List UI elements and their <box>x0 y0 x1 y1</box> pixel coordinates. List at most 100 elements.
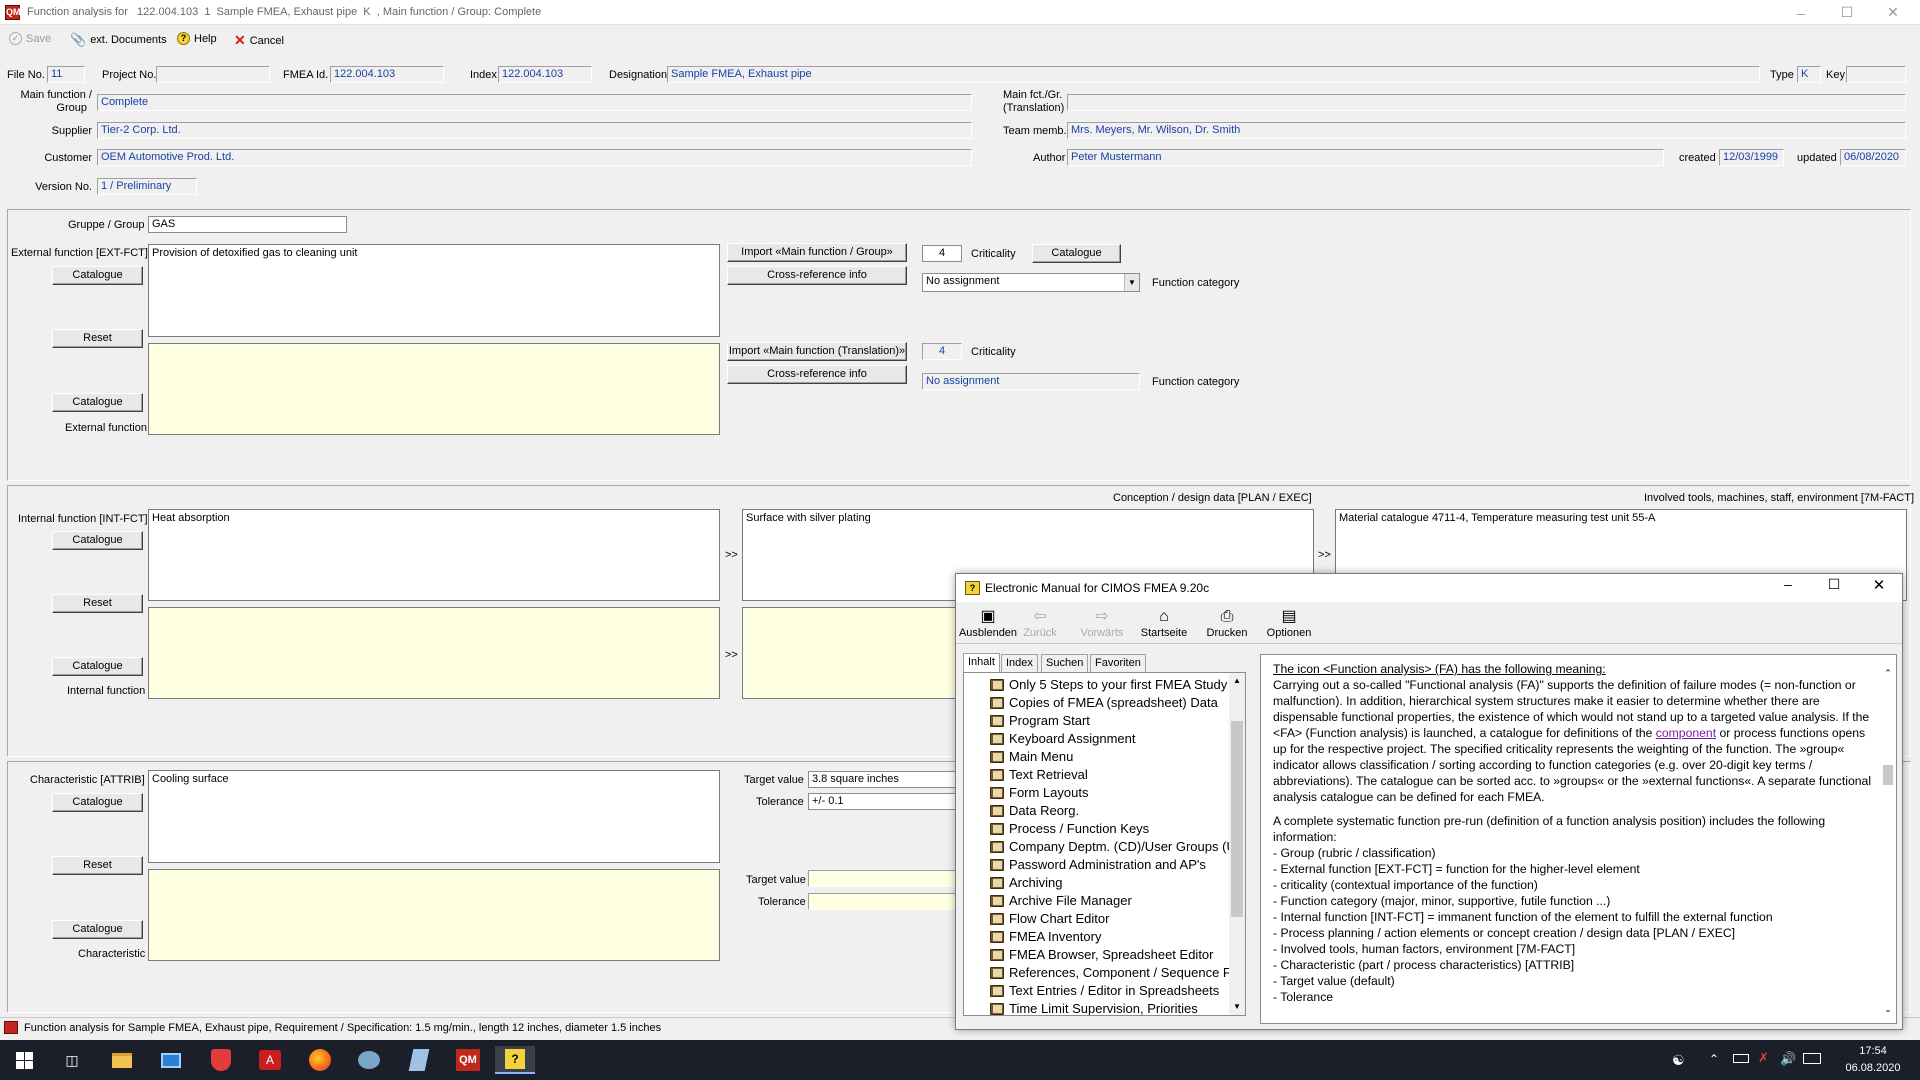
tab-index[interactable]: Index <box>1001 654 1038 672</box>
fmea-id-field[interactable]: 122.004.103 <box>330 66 444 83</box>
back-button[interactable]: ⇦ Zurück <box>1010 607 1070 639</box>
file-explorer-icon[interactable] <box>102 1046 142 1074</box>
version-field[interactable]: 1 / Preliminary <box>97 178 197 195</box>
home-button[interactable]: ⌂ Startseite <box>1134 607 1194 639</box>
pdf-reader-icon[interactable]: A <box>250 1046 290 1074</box>
project-no-field[interactable] <box>156 66 270 83</box>
tree-item[interactable]: Keyboard Assignment <box>990 731 1135 746</box>
help-minimize-icon[interactable]: – <box>1768 576 1808 592</box>
tree-item[interactable]: Text Entries / Editor in Spreadsheets <box>990 983 1219 998</box>
tree-item[interactable]: Only 5 Steps to your first FMEA Study <box>990 677 1227 692</box>
int-reset-button[interactable]: Reset <box>52 594 143 613</box>
cimos-qm-icon[interactable]: QM <box>448 1046 488 1074</box>
dropdown-arrow-icon[interactable]: ▼ <box>1124 274 1139 291</box>
tree-item[interactable]: Data Reorg. <box>990 803 1079 818</box>
ext-reset-button[interactable]: Reset <box>52 329 143 348</box>
contents-tree[interactable]: Only 5 Steps to your first FMEA Study Cop… <box>963 672 1246 1016</box>
team-field[interactable]: Mrs. Meyers, Mr. Wilson, Dr. Smith <box>1067 122 1906 139</box>
tree-item[interactable]: Form Layouts <box>990 785 1088 800</box>
minimize-icon[interactable]: – <box>1778 0 1824 25</box>
keyboard-icon[interactable] <box>1803 1053 1821 1064</box>
tree-item[interactable]: Process / Function Keys <box>990 821 1149 836</box>
tree-item[interactable]: Main Menu <box>990 749 1073 764</box>
volume-icon[interactable]: 🔊 <box>1780 1051 1796 1067</box>
criticality-catalogue-button[interactable]: Catalogue <box>1032 244 1121 263</box>
cancel-button[interactable]: ✕ Cancel <box>234 32 284 49</box>
clock-time[interactable]: 17:54 <box>1843 1045 1903 1057</box>
ext-catalogue-button[interactable]: Catalogue <box>52 266 143 285</box>
key-field[interactable] <box>1846 66 1906 83</box>
tolerance-field[interactable]: +/- 0.1 <box>808 793 958 810</box>
created-field[interactable]: 12/03/1999 <box>1719 149 1784 166</box>
task-view-icon[interactable]: ◫ <box>52 1046 92 1074</box>
attr-catalogue2-button[interactable]: Catalogue <box>52 920 143 939</box>
save-button[interactable]: ✓ Save <box>9 32 51 45</box>
tree-item[interactable]: Archiving <box>990 875 1062 890</box>
tab-contents[interactable]: Inhalt <box>963 653 1000 673</box>
paint-app-icon[interactable] <box>349 1046 389 1074</box>
ext-fct-translation-textarea[interactable] <box>148 343 720 435</box>
tree-item[interactable]: Archive File Manager <box>990 893 1132 908</box>
group-field[interactable]: GAS <box>148 216 347 233</box>
tree-item[interactable]: Text Retrieval <box>990 767 1088 782</box>
tree-item[interactable]: Program Start <box>990 713 1090 728</box>
doc-scroll-thumb[interactable] <box>1883 765 1893 785</box>
tree-item[interactable]: Company Deptm. (CD)/User Groups (UG) <box>990 839 1245 854</box>
help-app-icon[interactable]: ? <box>495 1046 535 1074</box>
index-field[interactable]: 122.004.103 <box>498 66 592 83</box>
type-field[interactable]: K <box>1797 66 1821 83</box>
doc-scrollbar[interactable]: ⌃ ⌄ <box>1880 655 1896 1023</box>
attr-reset-button[interactable]: Reset <box>52 856 143 875</box>
ext-catalogue2-button[interactable]: Catalogue <box>52 393 143 412</box>
firefox-icon[interactable] <box>300 1046 340 1074</box>
target-value2-field[interactable] <box>808 870 958 887</box>
scroll-thumb[interactable] <box>1231 721 1243 917</box>
doc-scroll-up-icon[interactable]: ⌃ <box>1880 665 1896 681</box>
tolerance2-field[interactable] <box>808 893 958 910</box>
windows-start-icon[interactable] <box>4 1046 44 1074</box>
maximize-icon[interactable]: ☐ <box>1824 0 1870 25</box>
designation-field[interactable]: Sample FMEA, Exhaust pipe <box>667 66 1760 83</box>
close-icon[interactable]: ✕ <box>1870 0 1916 25</box>
tray-chevron-icon[interactable]: ⌃ <box>1709 1052 1719 1066</box>
int-catalogue2-button[interactable]: Catalogue <box>52 657 143 676</box>
cross-reference-button[interactable]: Cross-reference info <box>727 266 907 285</box>
scroll-down-icon[interactable]: ▼ <box>1229 999 1245 1015</box>
target-value-field[interactable]: 3.8 square inches <box>808 771 958 788</box>
help-button[interactable]: ? Help <box>177 32 217 45</box>
tree-item[interactable]: Copies of FMEA (spreadsheet) Data <box>990 695 1218 710</box>
print-button[interactable]: ⎙ Drucken <box>1197 607 1257 639</box>
notes-app-icon[interactable] <box>399 1046 439 1074</box>
import-main-function-translation-button[interactable]: Import «Main function (Translation)» <box>727 342 907 361</box>
component-link[interactable]: component <box>1656 726 1716 740</box>
scroll-up-icon[interactable]: ▲ <box>1229 673 1245 689</box>
main-fct-translation-field[interactable] <box>1067 94 1906 111</box>
tree-item[interactable]: FMEA Browser, Spreadsheet Editor <box>990 947 1213 962</box>
cross-reference2-button[interactable]: Cross-reference info <box>727 365 907 384</box>
network-icon[interactable]: ✗ <box>1758 1050 1769 1066</box>
people-icon[interactable]: ☯ <box>1672 1052 1685 1069</box>
ext-documents-button[interactable]: 📎 ext. Documents <box>70 32 167 48</box>
int-catalogue-button[interactable]: Catalogue <box>52 531 143 550</box>
clock-date[interactable]: 06.08.2020 <box>1833 1062 1913 1074</box>
tree-item[interactable]: References, Component / Sequence FMEAs <box>990 965 1245 980</box>
tree-scrollbar[interactable]: ▲ ▼ <box>1229 673 1245 1015</box>
ext-fct-textarea[interactable]: Provision of detoxified gas to cleaning … <box>148 244 720 337</box>
doc-scroll-down-icon[interactable]: ⌄ <box>1880 1001 1896 1017</box>
tree-item[interactable]: Password Administration and AP's <box>990 857 1206 872</box>
help-close-icon[interactable]: ✕ <box>1859 576 1899 594</box>
tree-item[interactable]: Time Limit Supervision, Priorities <box>990 1001 1198 1015</box>
shield-icon[interactable] <box>201 1046 241 1074</box>
function-category-select[interactable]: No assignment ▼ <box>922 273 1140 292</box>
forward-button[interactable]: ⇨ Vorwärts <box>1072 607 1132 639</box>
tab-favorites[interactable]: Favoriten <box>1090 654 1146 672</box>
attr-translation-textarea[interactable] <box>148 869 720 961</box>
options-button[interactable]: ▤ Optionen <box>1259 607 1319 639</box>
int-fct-textarea[interactable]: Heat absorption <box>148 509 720 601</box>
import-main-function-button[interactable]: Import «Main function / Group» <box>727 243 907 262</box>
hide-button[interactable]: ▣ Ausblenden <box>958 607 1018 639</box>
help-maximize-icon[interactable]: ☐ <box>1814 576 1854 593</box>
network-app-icon[interactable] <box>151 1046 191 1074</box>
tree-item[interactable]: FMEA Inventory <box>990 929 1101 944</box>
customer-field[interactable]: OEM Automotive Prod. Ltd. <box>97 149 972 166</box>
